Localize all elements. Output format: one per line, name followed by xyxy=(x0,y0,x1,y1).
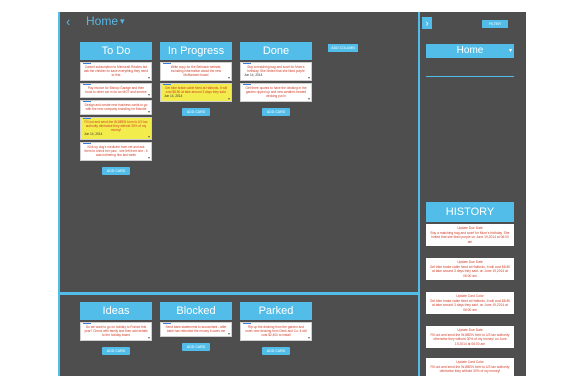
column-parked: Parked Rip up the decking from the garden… xyxy=(240,302,312,355)
column-title[interactable]: Parked xyxy=(240,302,312,320)
card-text: Kick up dog's medicine from vet and ask … xyxy=(84,145,148,157)
column-done: Done Buy a matching bag and scarf for Mum… xyxy=(240,42,312,116)
history-title: HISTORY xyxy=(426,202,514,222)
sidebar-toggle-icon[interactable]: › xyxy=(422,17,432,29)
task-card[interactable]: Design and create new business cards to … xyxy=(80,100,152,115)
card-color-marker xyxy=(243,84,251,85)
card-menu-icon[interactable]: ▾ xyxy=(228,76,230,80)
history-entry: Update Due Date Fill out and send the W-8… xyxy=(426,326,514,348)
card-menu-icon[interactable]: ▾ xyxy=(228,97,230,101)
column-in-progress: In Progress Write copy for the Belmack we… xyxy=(160,42,232,116)
chevron-down-icon: ▾ xyxy=(508,48,512,54)
board-select[interactable]: Home ▾ xyxy=(426,44,514,58)
card-color-marker xyxy=(163,63,171,64)
history-entry-body: Fill out and send the W-8BEN form to US … xyxy=(430,332,510,346)
page-title: Home xyxy=(86,14,119,28)
card-color-marker xyxy=(83,63,91,64)
card-color-marker xyxy=(243,63,251,64)
card-menu-icon[interactable]: ▾ xyxy=(148,110,150,114)
task-card[interactable]: Kick up dog's medicine from vet and ask … xyxy=(80,142,152,161)
column-title[interactable]: To Do xyxy=(80,42,152,60)
card-menu-icon[interactable]: ▾ xyxy=(148,156,150,160)
column-title[interactable]: In Progress xyxy=(160,42,232,60)
add-card-button[interactable]: ADD CARD xyxy=(102,347,130,355)
history-entry-body: Buy a matching bag and scarf for Mum's b… xyxy=(430,230,510,244)
card-text: Get three quotes to have the decking in … xyxy=(245,86,307,98)
board-section-divider xyxy=(60,292,418,295)
left-edge-line xyxy=(58,12,60,376)
card-color-marker xyxy=(83,101,91,102)
card-due-date: Jun 14, 2014 xyxy=(164,94,183,98)
task-card[interactable]: Send bank statements to accountant - aft… xyxy=(160,322,232,337)
card-menu-icon[interactable]: ▾ xyxy=(308,76,310,80)
kanban-board: ‹ Home ▾ ADD COLUMN To Do Cancel subscrip… xyxy=(60,12,418,376)
task-card[interactable]: Fill out and send the W-8BEN form to US … xyxy=(80,117,152,140)
column-title[interactable]: Blocked xyxy=(160,302,232,320)
add-card-button[interactable]: ADD CARD xyxy=(182,108,210,116)
card-due-date: Jun 14, 2014 xyxy=(84,132,103,136)
card-text: Write copy for the Belmack website, incl… xyxy=(170,65,222,77)
task-card[interactable]: Pay invoice for Bishop Garage and then b… xyxy=(80,83,152,98)
task-card[interactable]: Do we want to go on holiday to France th… xyxy=(80,322,152,341)
task-card[interactable]: Cancel subscription to Minecraft Realms … xyxy=(80,62,152,81)
card-color-marker xyxy=(243,323,251,324)
add-column-button[interactable]: ADD COLUMN xyxy=(328,44,358,52)
card-text: Cancel subscription to Minecraft Realms … xyxy=(84,65,148,77)
history-entry-body: Get bike brake cable fixed at Halfords. … xyxy=(429,298,511,312)
card-text: Send bank statements to accountant - aft… xyxy=(165,325,227,333)
history-entry-body: Fill out and send the W-8BEN form to US … xyxy=(430,364,510,374)
card-color-marker xyxy=(83,143,91,144)
add-card-button[interactable]: ADD CARD xyxy=(262,108,290,116)
task-card[interactable]: Get three quotes to have the decking in … xyxy=(240,83,312,102)
task-card[interactable]: Get bike brake cable fixed at Halfords. … xyxy=(160,83,232,102)
card-menu-icon[interactable]: ▾ xyxy=(148,336,150,340)
card-text: Buy a matching bag and scarf for Mum's b… xyxy=(247,65,305,73)
history-entry: Update Due Date Buy a matching bag and sc… xyxy=(426,224,514,246)
task-card[interactable]: Buy a matching bag and scarf for Mum's b… xyxy=(240,62,312,81)
card-menu-icon[interactable]: ▾ xyxy=(308,97,310,101)
card-menu-icon[interactable]: ▾ xyxy=(148,135,150,139)
column-blocked: Blocked Send bank statements to accountan… xyxy=(160,302,232,351)
filter-button[interactable]: FILTER xyxy=(482,20,508,28)
card-menu-icon[interactable]: ▾ xyxy=(308,336,310,340)
board-header: ‹ Home ▾ xyxy=(60,12,418,32)
card-color-marker xyxy=(163,323,171,324)
column-title[interactable]: Ideas xyxy=(80,302,152,320)
column-to-do: To Do Cancel subscription to Minecraft Re… xyxy=(80,42,152,175)
column-ideas: Ideas Do we want to go on holiday to Fran… xyxy=(80,302,152,355)
add-card-button[interactable]: ADD CARD xyxy=(182,343,210,351)
add-card-button[interactable]: ADD CARD xyxy=(262,347,290,355)
card-text: Get bike brake cable fixed at Halfords. … xyxy=(164,86,227,94)
card-text: Fill out and send the W-8BEN form to US … xyxy=(84,120,148,132)
card-text: Rip up the decking from the garden and o… xyxy=(245,325,307,337)
card-text: Do we want to go on holiday to France th… xyxy=(84,325,148,337)
back-icon[interactable]: ‹ xyxy=(66,14,70,29)
card-menu-icon[interactable]: ▾ xyxy=(148,93,150,97)
add-card-button[interactable]: ADD CARD xyxy=(102,167,130,175)
card-text: Pay invoice for Bishop Garage and then b… xyxy=(85,86,147,94)
sidebar-divider xyxy=(426,76,514,77)
card-color-marker xyxy=(163,84,171,85)
card-due-date: Jun 14, 2014 xyxy=(244,73,263,77)
task-card[interactable]: Write copy for the Belmack website, incl… xyxy=(160,62,232,81)
history-entry: Update Card Color Get bike brake cable fi… xyxy=(426,292,514,314)
card-color-marker xyxy=(83,84,91,85)
history-entry-body: Get bike brake cable fixed at Halfords. … xyxy=(429,264,511,278)
board-select-label: Home xyxy=(456,45,484,56)
card-menu-icon[interactable]: ▾ xyxy=(228,332,230,336)
history-entry: Update Card Color Fill out and send the W… xyxy=(426,358,514,376)
sidebar: › FILTER Home ▾ HISTORY Update Due Date B… xyxy=(420,12,526,376)
task-card[interactable]: Rip up the decking from the garden and o… xyxy=(240,322,312,341)
card-text: Design and create new business cards to … xyxy=(84,103,148,111)
card-color-marker xyxy=(83,118,91,119)
column-title[interactable]: Done xyxy=(240,42,312,60)
card-menu-icon[interactable]: ▾ xyxy=(148,76,150,80)
chevron-down-icon[interactable]: ▾ xyxy=(120,16,125,27)
history-entry: Update Due Date Get bike brake cable fixe… xyxy=(426,258,514,280)
card-color-marker xyxy=(83,323,91,324)
